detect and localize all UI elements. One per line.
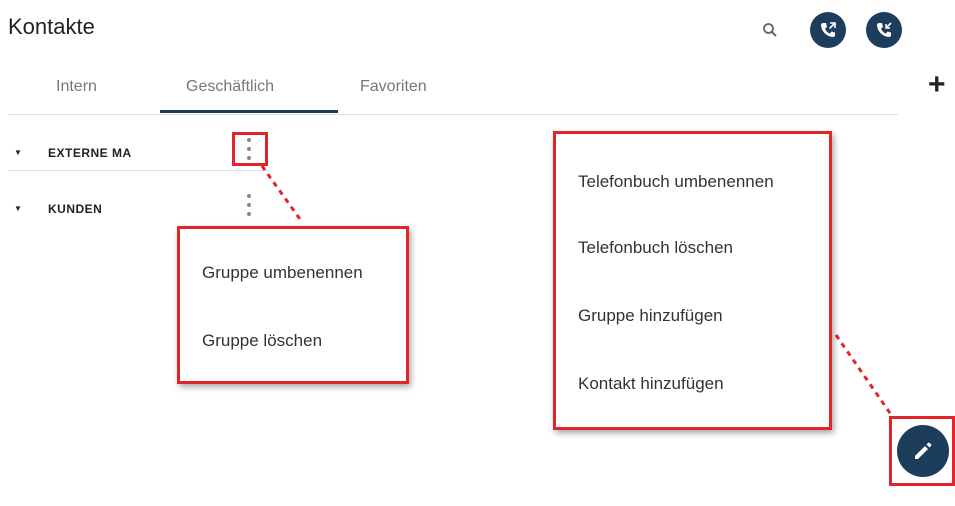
menu-item-rename-group[interactable]: Gruppe umbenennen bbox=[202, 263, 363, 283]
menu-item-add-group[interactable]: Gruppe hinzufügen bbox=[578, 306, 723, 326]
menu-item-delete-group[interactable]: Gruppe löschen bbox=[202, 331, 322, 351]
menu-item-delete-phonebook[interactable]: Telefonbuch löschen bbox=[578, 238, 733, 258]
phonebook-context-menu: Telefonbuch umbenennen Telefonbuch lösch… bbox=[553, 131, 832, 430]
edit-fab-button[interactable] bbox=[897, 425, 949, 477]
group-context-menu: Gruppe umbenennen Gruppe löschen bbox=[177, 226, 409, 384]
pencil-icon bbox=[915, 442, 932, 459]
menu-item-add-contact[interactable]: Kontakt hinzufügen bbox=[578, 374, 724, 394]
menu-item-rename-phonebook[interactable]: Telefonbuch umbenennen bbox=[578, 172, 774, 192]
